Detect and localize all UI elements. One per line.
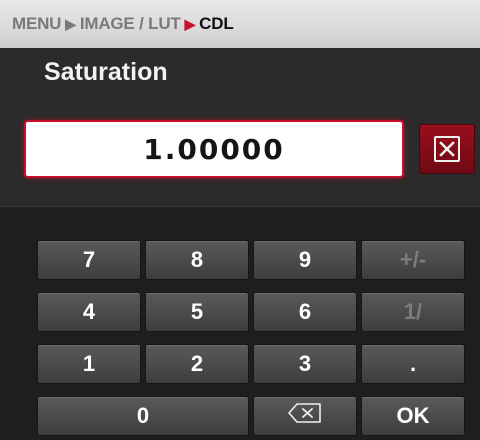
breadcrumb-separator: ▶ [65,15,76,32]
backspace-button[interactable] [253,396,357,436]
clear-button[interactable] [419,124,475,174]
key-8[interactable]: 8 [145,240,249,280]
ok-button[interactable]: OK [361,396,465,436]
breadcrumb-item-image-lut[interactable]: IMAGE / LUT [80,14,181,34]
key-2[interactable]: 2 [145,344,249,384]
key-3[interactable]: 3 [253,344,357,384]
close-box-icon [434,136,460,162]
backspace-icon [288,403,322,429]
breadcrumb-item-menu[interactable]: MENU [12,14,61,34]
key-1[interactable]: 1 [37,344,141,384]
page-title: Saturation [44,58,168,86]
key-5[interactable]: 5 [145,292,249,332]
keypad: 7 8 9 +/- 4 5 6 1/ 1 2 3 . 0 OK [0,224,480,440]
key-0[interactable]: 0 [37,396,249,436]
key-plus-minus[interactable]: +/- [361,240,465,280]
breadcrumb-separator-active: ▶ [184,15,196,32]
breadcrumb-current: CDL [199,14,234,33]
key-reciprocal[interactable]: 1/ [361,292,465,332]
key-decimal[interactable]: . [361,344,465,384]
breadcrumb: MENU ▶ IMAGE / LUT ▶ CDL [0,0,480,48]
key-9[interactable]: 9 [253,240,357,280]
value-input[interactable]: 1.00000 [24,120,404,178]
key-6[interactable]: 6 [253,292,357,332]
divider [0,206,480,224]
key-4[interactable]: 4 [37,292,141,332]
key-7[interactable]: 7 [37,240,141,280]
